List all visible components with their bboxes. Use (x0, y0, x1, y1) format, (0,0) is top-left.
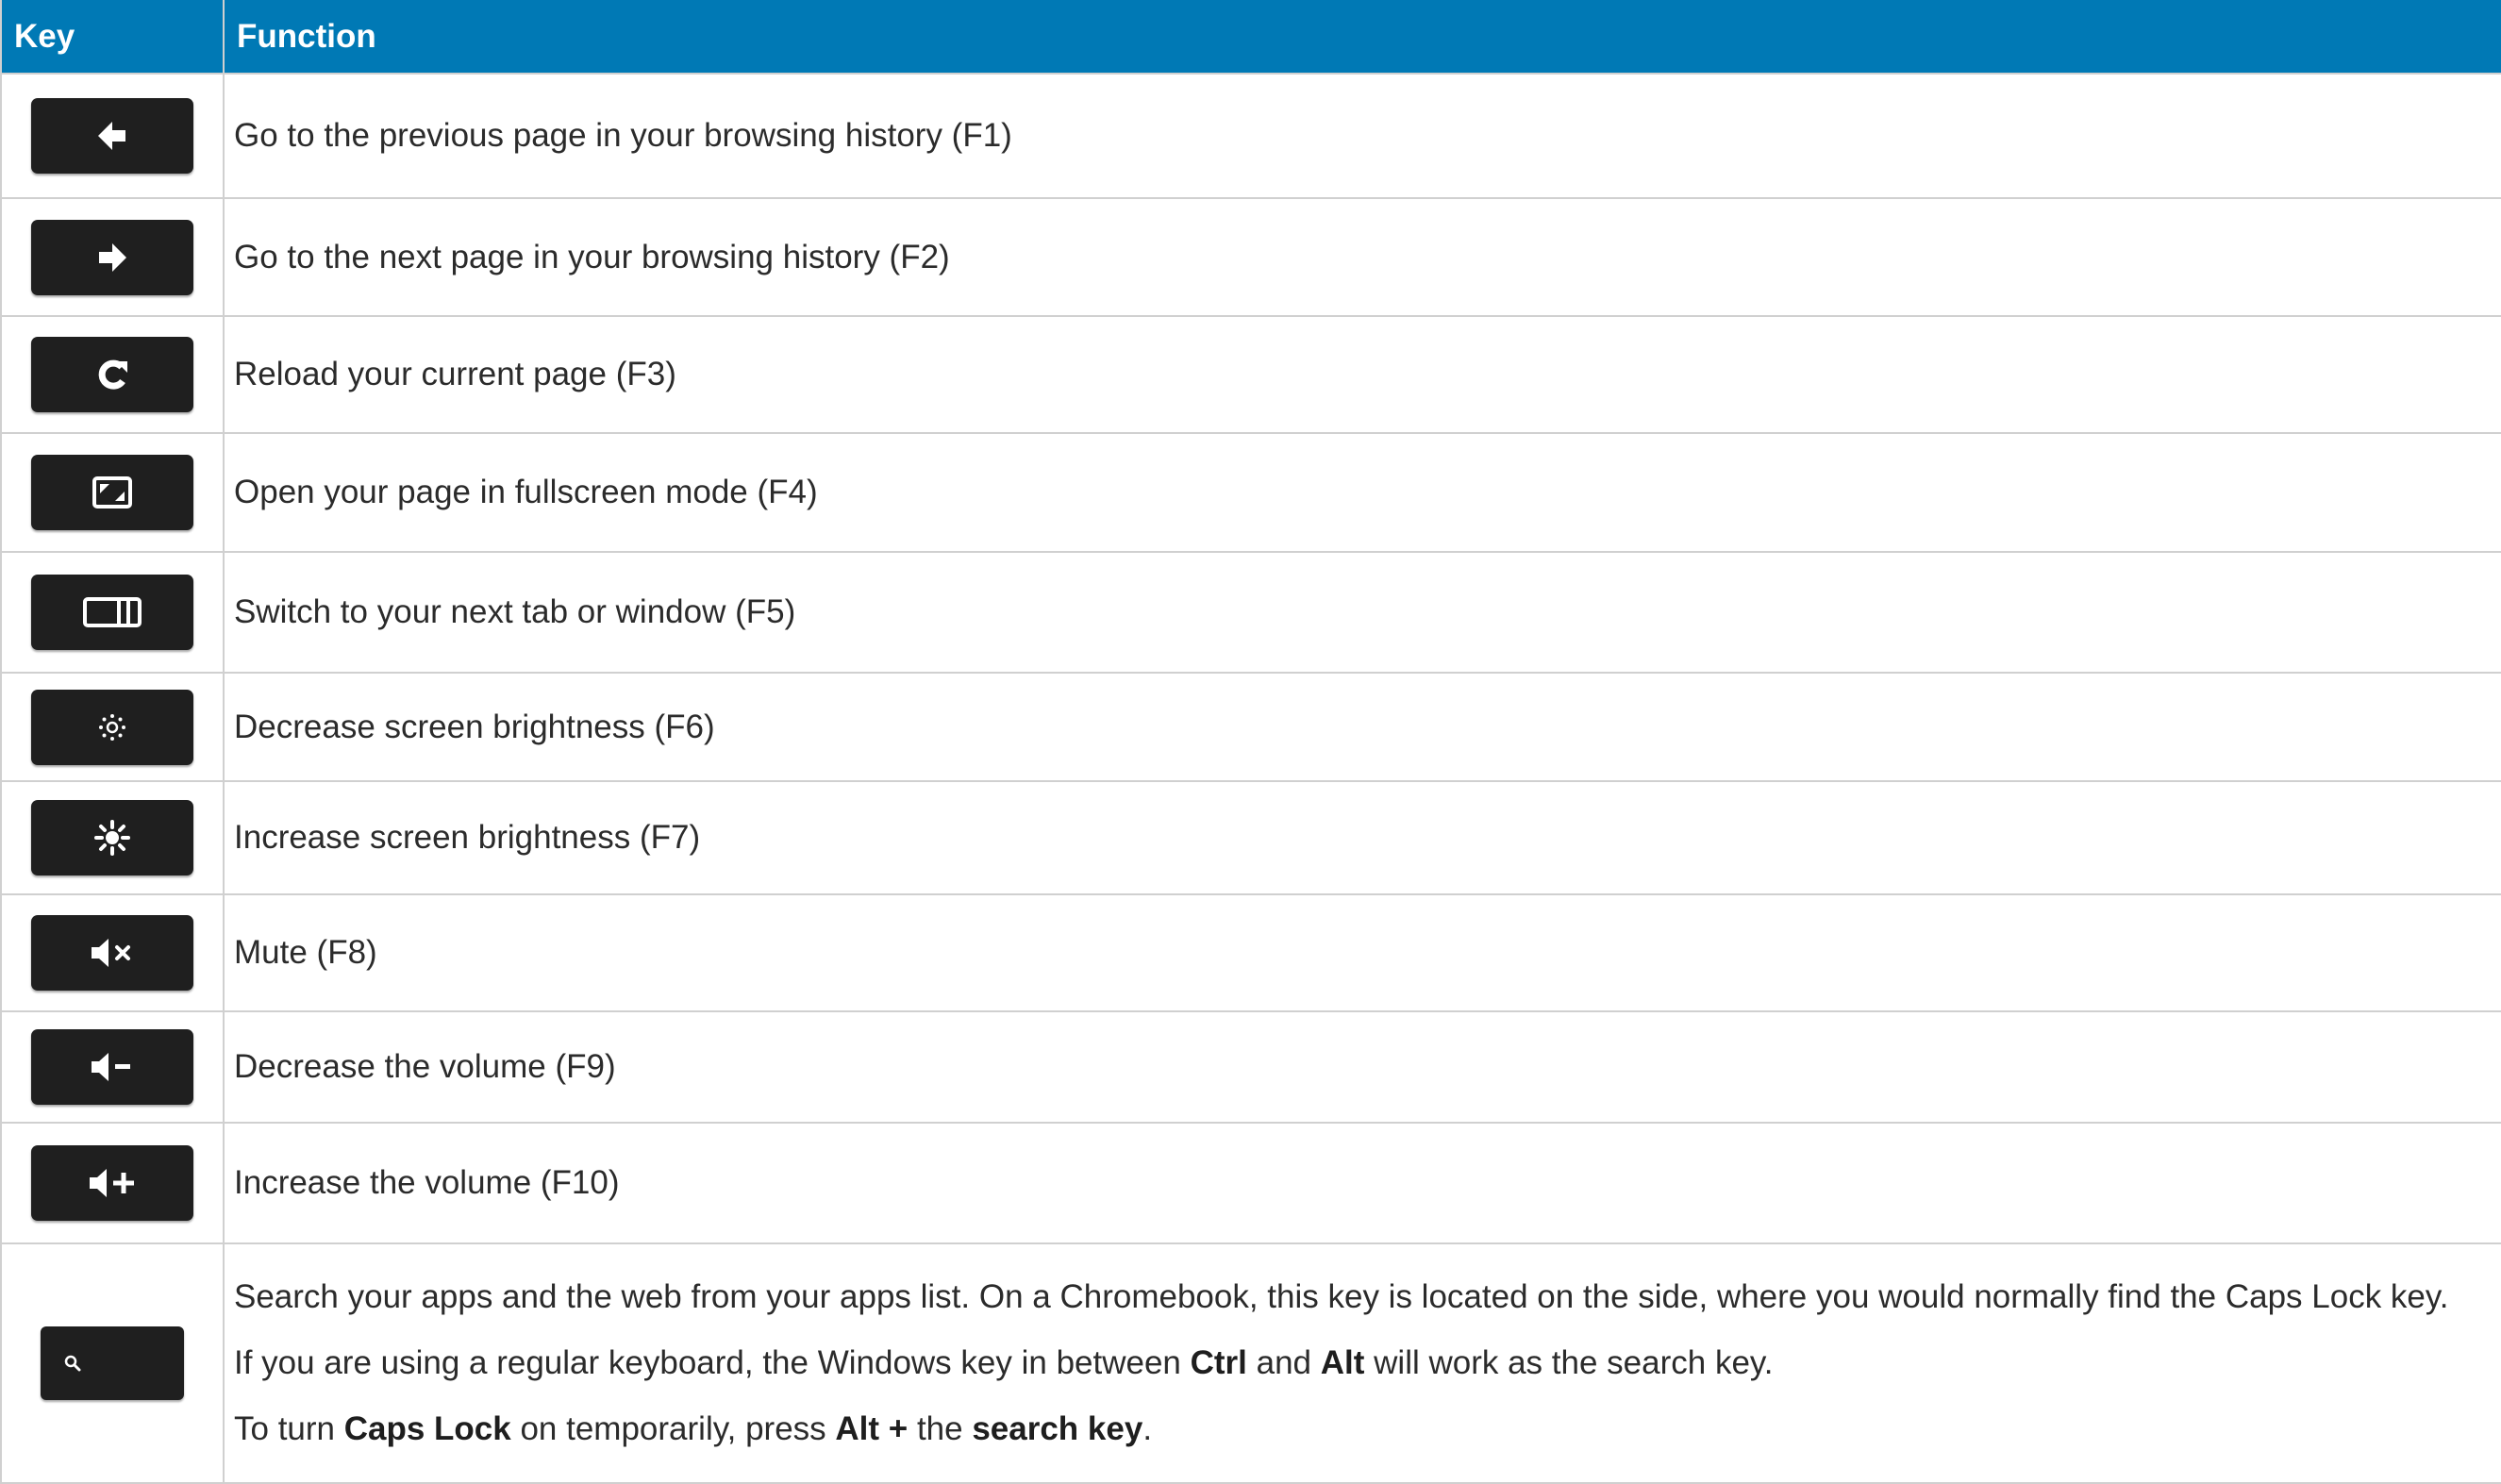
table-row: Mute (F8) (0, 893, 2501, 1012)
key-cell (0, 315, 225, 434)
volume-down-key (31, 1029, 193, 1105)
reload-key (31, 337, 193, 412)
function-text: Open your page in fullscreen mode (F4) (223, 432, 2501, 553)
mute-icon (92, 939, 130, 967)
table-row: Reload your current page (F3) (0, 315, 2501, 434)
table-header-row: Key Function (0, 0, 2501, 75)
search-line-3: To turn Caps Lock on temporarily, press … (234, 1410, 1153, 1447)
caps-lock-label: Caps Lock (343, 1410, 511, 1447)
function-text: Reload your current page (F3) (223, 315, 2501, 434)
search-line-1: Search your apps and the web from your a… (234, 1278, 2449, 1315)
function-text: Mute (F8) (223, 893, 2501, 1012)
key-cell (0, 1010, 225, 1124)
fullscreen-key (31, 455, 193, 530)
key-cell (0, 197, 225, 317)
table-row: Increase screen brightness (F7) (0, 780, 2501, 895)
forward-key (31, 219, 193, 295)
back-arrow-icon (98, 122, 125, 150)
keyboard-shortcuts-table: Key Function Go to the previous page in … (0, 0, 2501, 1484)
key-cell (0, 780, 225, 895)
table-row: Switch to your next tab or window (F5) (0, 551, 2501, 674)
key-cell (0, 672, 225, 782)
overview-icon (83, 597, 142, 627)
key-cell (0, 1122, 225, 1244)
search-line-2: If you are using a regular keyboard, the… (234, 1344, 1774, 1381)
table-row: Decrease screen brightness (F6) (0, 672, 2501, 782)
key-cell (0, 551, 225, 674)
function-text: Decrease screen brightness (F6) (223, 672, 2501, 782)
function-text: Increase screen brightness (F7) (223, 780, 2501, 895)
table-row: Increase the volume (F10) (0, 1122, 2501, 1244)
function-text: Decrease the volume (F9) (223, 1010, 2501, 1124)
header-key: Key (0, 0, 225, 75)
function-text: Go to the next page in your browsing his… (223, 197, 2501, 317)
fullscreen-icon (92, 476, 132, 509)
key-cell (0, 1242, 225, 1484)
back-key (31, 98, 193, 174)
table-row: Decrease the volume (F9) (0, 1010, 2501, 1124)
volume-up-key (31, 1145, 193, 1221)
mute-key (31, 915, 193, 991)
key-cell (0, 893, 225, 1012)
table-row: Search your apps and the web from your a… (0, 1242, 2501, 1484)
search-icon (64, 1355, 81, 1372)
search-key (41, 1326, 184, 1400)
volume-up-icon (90, 1169, 134, 1197)
alt-key-label: Alt (1320, 1344, 1365, 1381)
key-cell (0, 73, 225, 199)
table-row: Go to the next page in your browsing his… (0, 197, 2501, 317)
key-cell (0, 432, 225, 553)
search-key-label: search key (972, 1410, 1143, 1447)
forward-arrow-icon (99, 242, 126, 272)
function-text: Increase the volume (F10) (223, 1122, 2501, 1244)
table-row: Open your page in fullscreen mode (F4) (0, 432, 2501, 553)
alt-plus-label: Alt + (835, 1410, 909, 1447)
volume-down-icon (92, 1053, 130, 1081)
brightness-up-key (31, 800, 193, 875)
table-row: Go to the previous page in your browsing… (0, 73, 2501, 199)
reload-icon (98, 359, 127, 390)
brightness-up-icon (94, 820, 130, 856)
header-function: Function (223, 0, 2501, 75)
ctrl-key-label: Ctrl (1190, 1344, 1247, 1381)
function-text: Switch to your next tab or window (F5) (223, 551, 2501, 674)
brightness-down-icon (99, 713, 125, 741)
overview-key (31, 575, 193, 650)
function-text: Go to the previous page in your browsing… (223, 73, 2501, 199)
search-function-text: Search your apps and the web from your a… (223, 1242, 2501, 1484)
brightness-down-key (31, 689, 193, 765)
